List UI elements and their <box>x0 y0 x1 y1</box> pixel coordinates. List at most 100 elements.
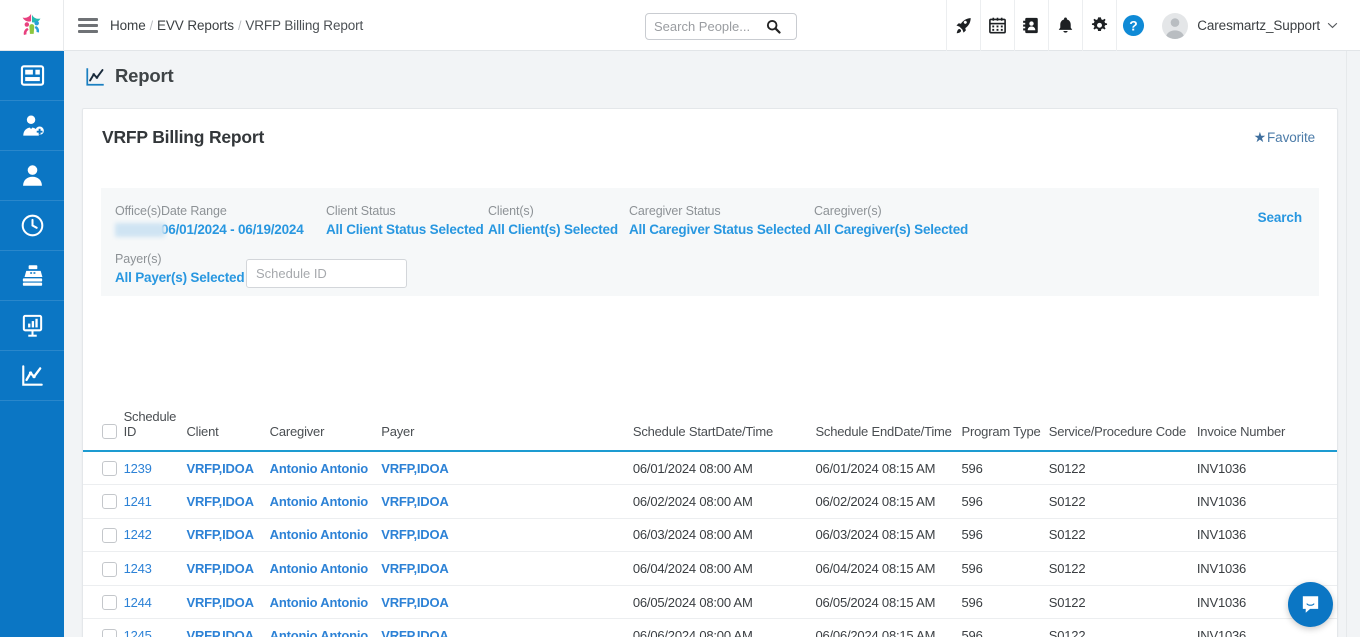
filter-date-range-value[interactable]: 06/01/2024 - 06/19/2024 <box>161 220 326 240</box>
column-header-end-date[interactable]: Schedule EndDate/Time <box>815 409 961 451</box>
cell-caregiver[interactable]: Antonio Antonio <box>270 619 382 637</box>
cell-client[interactable]: VRFP,IDOA <box>186 451 269 485</box>
row-checkbox[interactable] <box>102 494 117 509</box>
filter-client-status[interactable]: Client Status All Client Status Selected <box>326 202 488 240</box>
page-title: Report <box>115 65 173 87</box>
sidebar-item-dashboard[interactable] <box>0 51 64 101</box>
cell-payer[interactable]: VRFP,IDOA <box>381 552 633 586</box>
row-checkbox[interactable] <box>102 528 117 543</box>
sidebar-item-reports[interactable] <box>0 351 64 401</box>
row-checkbox[interactable] <box>102 461 117 476</box>
cell-caregiver[interactable]: Antonio Antonio <box>270 451 382 485</box>
row-checkbox-cell[interactable] <box>83 485 124 519</box>
cell-payer[interactable]: VRFP,IDOA <box>381 451 633 485</box>
sidebar-item-billing[interactable] <box>0 251 64 301</box>
settings-button[interactable] <box>1083 0 1116 51</box>
search-button[interactable] <box>758 14 788 39</box>
cell-schedule-id[interactable]: 1245 <box>124 619 187 637</box>
cell-client[interactable]: VRFP,IDOA <box>186 552 269 586</box>
breadcrumb-item-home[interactable]: Home <box>110 18 146 33</box>
table-row[interactable]: 1239VRFP,IDOAAntonio AntonioVRFP,IDOA06/… <box>83 451 1338 485</box>
filter-caregiver-status[interactable]: Caregiver Status All Caregiver Status Se… <box>629 202 814 240</box>
cell-client[interactable]: VRFP,IDOA <box>186 518 269 552</box>
help-button[interactable]: ? <box>1117 0 1150 51</box>
filter-clients-value[interactable]: All Client(s) Selected <box>488 220 629 240</box>
row-checkbox[interactable] <box>102 629 117 637</box>
select-all-checkbox[interactable] <box>102 424 117 439</box>
sidebar-item-presentation[interactable] <box>0 301 64 351</box>
breadcrumb-item-evv-reports[interactable]: EVV Reports <box>157 18 234 33</box>
row-checkbox-cell[interactable] <box>83 619 124 637</box>
cell-end-date: 06/06/2024 08:15 AM <box>815 619 961 637</box>
column-header-service-code[interactable]: Service/Procedure Code <box>1049 409 1197 451</box>
cell-caregiver[interactable]: Antonio Antonio <box>270 485 382 519</box>
presentation-chart-icon <box>20 313 45 338</box>
filter-client-status-value[interactable]: All Client Status Selected <box>326 220 488 240</box>
column-header-payer[interactable]: Payer <box>381 409 633 451</box>
cell-client[interactable]: VRFP,IDOA <box>186 619 269 637</box>
sidebar-item-client[interactable] <box>0 151 64 201</box>
filter-caregivers-value[interactable]: All Caregiver(s) Selected <box>814 220 968 240</box>
row-checkbox-cell[interactable] <box>83 518 124 552</box>
cell-client[interactable]: VRFP,IDOA <box>186 585 269 619</box>
filter-search-button[interactable]: Search <box>1258 210 1302 225</box>
cell-payer[interactable]: VRFP,IDOA <box>381 619 633 637</box>
calendar-button[interactable] <box>981 0 1014 51</box>
row-checkbox-cell[interactable] <box>83 552 124 586</box>
column-header-client[interactable]: Client <box>186 409 269 451</box>
table-header-row: Schedule ID Client Caregiver Payer Sched… <box>83 409 1338 451</box>
table-row[interactable]: 1245VRFP,IDOAAntonio AntonioVRFP,IDOA06/… <box>83 619 1338 637</box>
column-header-start-date[interactable]: Schedule StartDate/Time <box>633 409 816 451</box>
column-header-caregiver[interactable]: Caregiver <box>270 409 382 451</box>
table-row[interactable]: 1243VRFP,IDOAAntonio AntonioVRFP,IDOA06/… <box>83 552 1338 586</box>
cell-schedule-id[interactable]: 1243 <box>124 552 187 586</box>
filter-caregivers[interactable]: Caregiver(s) All Caregiver(s) Selected <box>814 202 968 240</box>
filter-row-primary: Office(s) Date Range 06/01/2024 - 06/19/… <box>115 202 1319 240</box>
cell-caregiver[interactable]: Antonio Antonio <box>270 552 382 586</box>
row-checkbox-cell[interactable] <box>83 585 124 619</box>
table-row[interactable]: 1242VRFP,IDOAAntonio AntonioVRFP,IDOA06/… <box>83 518 1338 552</box>
cell-caregiver[interactable]: Antonio Antonio <box>270 518 382 552</box>
column-header-program-type[interactable]: Program Type <box>962 409 1049 451</box>
cell-schedule-id[interactable]: 1239 <box>124 451 187 485</box>
reports-icon <box>20 363 45 388</box>
filter-payers-value[interactable]: All Payer(s) Selected <box>115 268 246 288</box>
username-label[interactable]: Caresmartz_Support <box>1197 18 1320 33</box>
app-logo[interactable] <box>0 0 64 51</box>
search-input[interactable] <box>646 14 758 39</box>
chat-bubble-button[interactable] <box>1288 582 1333 627</box>
chevron-down-icon[interactable] <box>1327 20 1338 32</box>
sidebar-item-scheduling[interactable] <box>0 201 64 251</box>
row-checkbox[interactable] <box>102 562 117 577</box>
schedule-id-input[interactable] <box>246 259 407 288</box>
menu-toggle-button[interactable] <box>78 18 98 33</box>
filter-date-range-label: Date Range <box>161 202 326 220</box>
cell-schedule-id[interactable]: 1241 <box>124 485 187 519</box>
cell-caregiver[interactable]: Antonio Antonio <box>270 585 382 619</box>
cell-payer[interactable]: VRFP,IDOA <box>381 585 633 619</box>
column-header-invoice[interactable]: Invoice Number <box>1197 409 1338 451</box>
filter-offices[interactable]: Office(s) <box>115 202 161 237</box>
filter-caregiver-status-value[interactable]: All Caregiver Status Selected <box>629 220 814 240</box>
table-row[interactable]: 1244VRFP,IDOAAntonio AntonioVRFP,IDOA06/… <box>83 585 1338 619</box>
filter-payers[interactable]: Payer(s) All Payer(s) Selected <box>115 250 246 288</box>
avatar[interactable] <box>1162 13 1188 39</box>
cell-client[interactable]: VRFP,IDOA <box>186 485 269 519</box>
cell-payer[interactable]: VRFP,IDOA <box>381 518 633 552</box>
sidebar-item-caregiver[interactable] <box>0 101 64 151</box>
filter-date-range[interactable]: Date Range 06/01/2024 - 06/19/2024 <box>161 202 326 240</box>
cell-payer[interactable]: VRFP,IDOA <box>381 485 633 519</box>
row-checkbox-cell[interactable] <box>83 451 124 485</box>
column-header-schedule-id[interactable]: Schedule ID <box>124 409 187 451</box>
row-checkbox[interactable] <box>102 595 117 610</box>
filter-clients[interactable]: Client(s) All Client(s) Selected <box>488 202 629 240</box>
favorite-button[interactable]: ★ Favorite <box>1254 129 1315 146</box>
contact-book-button[interactable] <box>1015 0 1048 51</box>
table-row[interactable]: 1241VRFP,IDOAAntonio AntonioVRFP,IDOA06/… <box>83 485 1338 519</box>
rocket-button[interactable] <box>947 0 980 51</box>
report-title: VRFP Billing Report <box>102 127 264 148</box>
filter-offices-value-redacted <box>115 223 165 237</box>
cell-schedule-id[interactable]: 1244 <box>124 585 187 619</box>
notifications-button[interactable] <box>1049 0 1082 51</box>
cell-schedule-id[interactable]: 1242 <box>124 518 187 552</box>
